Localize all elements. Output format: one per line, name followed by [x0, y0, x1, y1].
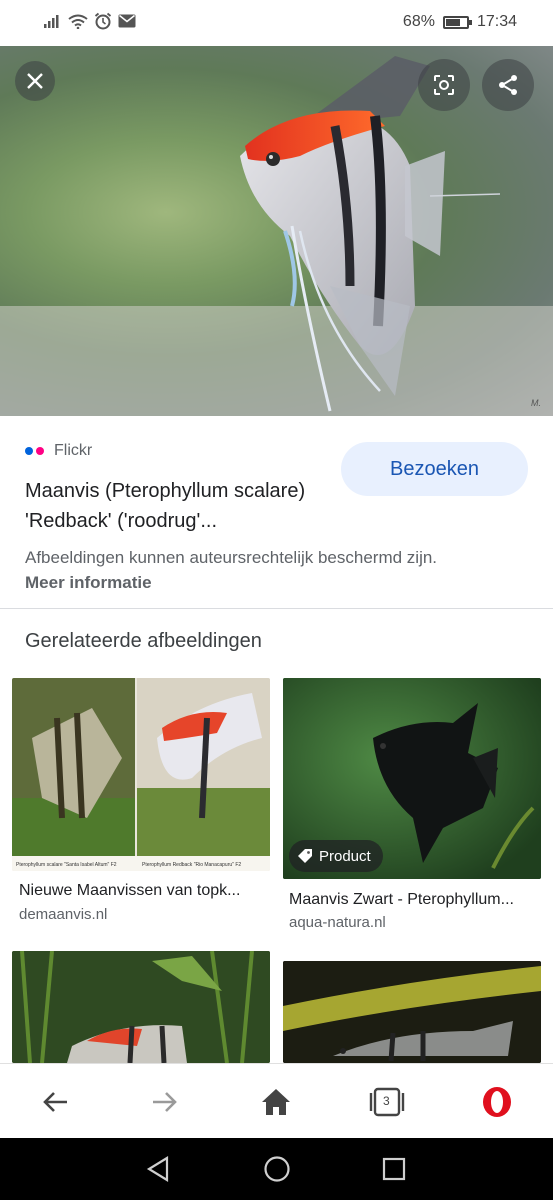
source-site-name: Flickr: [54, 442, 93, 459]
battery-icon: [442, 15, 472, 29]
more-info-link[interactable]: Meer informatie: [25, 573, 152, 593]
angelfish-photo: [0, 56, 553, 416]
status-bar: 68% 17:34: [0, 0, 553, 46]
related-domain-1: demaanvis.nl: [19, 906, 108, 923]
related-image-3[interactable]: [12, 951, 270, 1063]
forward-arrow-icon: [153, 1092, 177, 1112]
battery-percent: 68%: [402, 13, 435, 30]
copyright-notice: Afbeeldingen kunnen auteursrechtelijk be…: [25, 548, 438, 567]
status-icons-left: [44, 12, 136, 30]
mail-icon: [118, 14, 136, 28]
opera-logo-icon: [483, 1087, 511, 1117]
share-icon: [499, 75, 517, 95]
related-caption-2[interactable]: Maanvis Zwart - Pterophyllum...: [289, 891, 541, 909]
product-badge: Product: [289, 840, 383, 872]
source-site[interactable]: Flickr: [25, 442, 92, 460]
close-button[interactable]: [15, 61, 55, 101]
related-image-1-thumb: Pterophyllum scalare "Santa Isabel Altum…: [12, 678, 270, 871]
related-image-1-sublabel-2: Pterophyllum Redback "Rio Manacapuru" F2: [142, 862, 241, 868]
clock: 17:34: [476, 13, 517, 30]
related-domain-2: aqua-natura.nl: [289, 914, 386, 931]
system-back-icon[interactable]: [146, 1156, 170, 1182]
system-nav-bar: [0, 1138, 553, 1200]
related-heading: Gerelateerde afbeeldingen: [25, 630, 262, 652]
back-arrow-icon: [43, 1092, 67, 1112]
back-button[interactable]: [35, 1082, 75, 1122]
product-badge-label: Product: [319, 847, 371, 865]
lens-search-icon: [434, 75, 454, 95]
related-image-3-thumb: [12, 951, 270, 1063]
related-image-4-thumb: [283, 961, 541, 1063]
home-button[interactable]: [256, 1082, 296, 1122]
tabs-button[interactable]: 3: [367, 1082, 407, 1122]
opera-menu-button[interactable]: [477, 1082, 517, 1122]
lens-search-button[interactable]: [418, 59, 470, 111]
flickr-logo-icon: [25, 447, 44, 455]
close-icon: [27, 73, 43, 89]
tab-count: 3: [383, 1094, 390, 1108]
image-watermark: M.: [531, 398, 541, 408]
image-title[interactable]: Maanvis (Pterophyllum scalare) 'Redback'…: [25, 476, 325, 536]
signal-icon: [44, 15, 59, 28]
preview-image[interactable]: M.: [0, 46, 553, 416]
related-image-1[interactable]: Pterophyllum scalare "Santa Isabel Altum…: [12, 678, 270, 871]
visit-button[interactable]: Bezoeken: [341, 442, 528, 496]
system-recents-icon[interactable]: [382, 1157, 406, 1181]
alarm-icon: [94, 12, 112, 30]
related-image-1-sublabel-1: Pterophyllum scalare "Santa Isabel Altum…: [16, 862, 117, 868]
related-image-4[interactable]: [283, 961, 541, 1063]
wifi-icon: [68, 14, 88, 29]
tag-icon: [298, 849, 312, 863]
related-caption-1[interactable]: Nieuwe Maanvissen van topk...: [19, 882, 271, 900]
share-button[interactable]: [482, 59, 534, 111]
status-icons-right: 68% 17:34: [403, 13, 517, 31]
forward-button[interactable]: [145, 1082, 185, 1122]
home-icon: [262, 1089, 290, 1115]
browser-bottom-nav: 3: [0, 1063, 553, 1138]
system-home-icon[interactable]: [263, 1155, 291, 1183]
